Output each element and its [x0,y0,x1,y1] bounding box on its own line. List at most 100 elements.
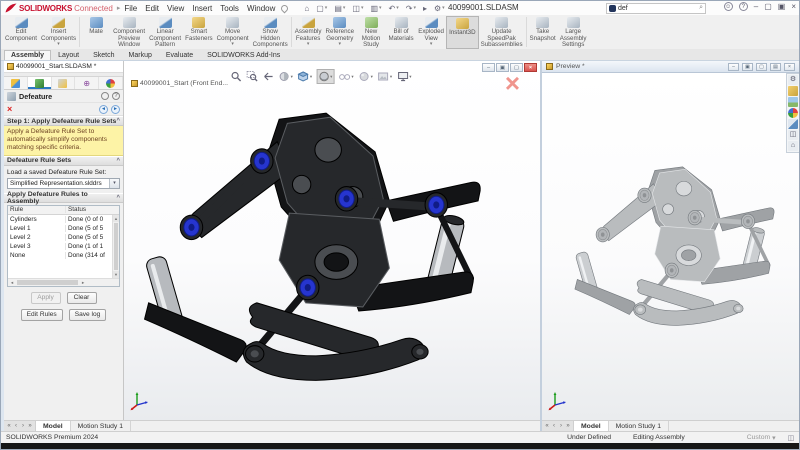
status-column-header[interactable]: Status [66,206,119,213]
pushpin-icon[interactable] [280,3,290,13]
ribbon-button-reference-geometry[interactable]: Reference Geometry▾ [324,16,357,49]
save-log-button[interactable]: Save log [69,309,107,321]
apply-scene-button[interactable]: ▾ [377,70,393,83]
menu-tools[interactable]: Tools [220,4,239,13]
hide-show-items-button[interactable]: ▾ [337,70,354,83]
dimxpertmanager-tab[interactable]: ⊕ [75,77,99,89]
caret-down-icon[interactable]: ▾ [109,179,119,188]
design-library-icon[interactable] [788,86,798,96]
feature-tree-document-row[interactable]: 40099001_Start.SLDASM * [4,61,123,73]
graphics-viewport[interactable]: – ▣ ▢ × ▾ ▾ ▾ ▾ ▾ ▾ [124,61,540,420]
ribbon-button-large-assembly-settings[interactable]: Large Assembly Settings [558,16,589,49]
view-palette-icon[interactable] [788,97,798,107]
tab-scroll-buttons[interactable]: «‹›» [542,421,574,431]
open-document-button[interactable]: ▤▾ [334,4,345,13]
clear-button[interactable]: Clear [67,292,97,304]
previous-view-button[interactable] [262,70,275,83]
scroll-right-icon[interactable]: ► [79,280,87,285]
table-row-level-1[interactable]: Level 1Done (5 of 5 [8,224,112,233]
display-settings-icon[interactable]: ◫ [788,434,794,442]
zoom-to-fit-button[interactable] [230,70,243,83]
table-vertical-scrollbar[interactable]: ▲▼ [112,215,119,278]
restore-button[interactable]: ▣ [778,2,786,11]
menu-insert[interactable]: Insert [192,4,212,13]
configurationmanager-tab[interactable] [52,77,76,89]
preview-dock-button[interactable]: ▤ [770,63,781,71]
search-box[interactable]: def ⌕ [606,3,706,14]
section-view-button[interactable]: ▾ [278,70,294,83]
view-settings-button[interactable]: ▾ [396,70,412,83]
chevron-right-icon[interactable]: ▸ [117,4,121,12]
minimize-button[interactable]: – [754,2,758,11]
preview-viewport[interactable]: ⚙ ◫ ⌂ [542,73,799,420]
ribbon-button-instant3d[interactable]: Instant3D [446,16,478,49]
table-row-level-2[interactable]: Level 2Done (5 of 5 [8,233,112,242]
rule-set-dropdown[interactable]: Simplified Representation.slddrs ▾ [7,178,120,189]
doc-close-button[interactable]: × [524,63,537,72]
apply-button[interactable]: Apply [31,292,61,304]
print-button[interactable]: ▥▾ [370,4,381,13]
close-button[interactable]: × [791,2,796,11]
next-step-button[interactable]: ► [111,105,120,114]
doc-minimize-button[interactable]: – [482,63,495,72]
motion-study-tab[interactable]: Motion Study 1 [609,421,669,431]
unit-system-dropdown[interactable]: Custom ▾ [747,434,776,442]
solidworks-resources-icon[interactable]: ⚙ [788,75,798,85]
display-style-button[interactable]: ▾ [316,69,334,84]
tab-evaluate[interactable]: Evaluate [159,50,200,60]
new-document-button[interactable]: ▢▾ [316,4,327,13]
tab-solidworks-add-ins[interactable]: SOLIDWORKS Add-Ins [200,50,287,60]
ribbon-button-take-snapshot[interactable]: Take Snapshot [528,16,558,49]
table-row-level-3[interactable]: Level 3Done (1 of 1 [8,242,112,251]
ribbon-button-bill-of-materials[interactable]: Bill of Materials [386,16,416,49]
preview-restore-button[interactable]: ▣ [742,63,753,71]
table-row-none[interactable]: NoneDone (314 of [8,251,112,260]
pin-icon[interactable] [101,92,109,100]
ribbon-button-smart-fasteners[interactable]: Smart Fasteners [183,16,215,49]
table-horizontal-scrollbar[interactable]: ◄► [8,278,119,286]
assembly-model[interactable] [126,107,514,413]
model-tab[interactable]: Model [574,421,609,431]
tab-sketch[interactable]: Sketch [86,50,121,60]
custom-properties-icon[interactable] [788,119,798,129]
ribbon-button-assembly-features[interactable]: Assembly Features▾ [293,16,324,49]
scroll-left-icon[interactable]: ◄ [8,280,16,285]
ribbon-button-component-preview-window[interactable]: Component Preview Window [111,16,147,49]
scroll-up-icon[interactable]: ▲ [113,215,119,222]
tab-layout[interactable]: Layout [51,50,86,60]
ribbon-button-edit-component[interactable]: Edit Component [3,16,39,49]
preview-maximize-button[interactable]: ▢ [756,63,767,71]
scroll-down-icon[interactable]: ▼ [113,271,119,278]
user-account-icon[interactable]: ☺ [724,2,733,11]
save-button[interactable]: ◫▾ [352,4,363,13]
help-icon[interactable]: ? [112,92,120,100]
ribbon-button-show-hidden-components[interactable]: Show Hidden Components [251,16,290,49]
search-input-value[interactable]: def [618,5,628,12]
menu-file[interactable]: File [124,4,137,13]
tab-markup[interactable]: Markup [122,50,159,60]
featuremanager-tab[interactable] [4,77,28,89]
step-section-header[interactable]: Step 1: Apply Defeature Rule Sets^ [4,116,123,126]
ribbon-button-insert-components[interactable]: Insert Components▾ [39,16,78,49]
file-explorer-icon[interactable]: ◫ [788,130,798,140]
ribbon-button-mate[interactable]: Mate [81,16,111,49]
redo-button[interactable]: ↷▾ [406,4,416,13]
tab-scroll-buttons[interactable]: «‹›» [4,421,36,431]
preview-close-button[interactable]: × [784,63,795,71]
menu-view[interactable]: View [167,4,184,13]
confirmation-corner-cancel[interactable]: × [505,70,520,96]
edit-appearance-button[interactable]: ▾ [358,70,374,83]
ribbon-button-update-speedpak-subassemblies[interactable]: Update SpeedPak Subassemblies [479,16,525,49]
home-icon[interactable]: ⌂ [788,141,798,151]
ribbon-button-linear-component-pattern[interactable]: Linear Component Pattern▾ [147,16,183,49]
ribbon-button-exploded-view[interactable]: Exploded View▾ [416,16,446,49]
defeatured-preview-model[interactable] [564,163,794,345]
home-button[interactable]: ⌂ [304,4,309,13]
preview-minimize-button[interactable]: – [728,63,739,71]
table-row-cylinders[interactable]: CylindersDone (0 of 0 [8,215,112,224]
rebuild-button[interactable]: ▸ [423,4,427,13]
ribbon-button-move-component[interactable]: Move Component▾ [215,16,251,49]
zoom-to-area-button[interactable] [246,70,259,83]
menu-window[interactable]: Window [247,4,275,13]
motion-study-tab[interactable]: Motion Study 1 [71,421,131,431]
